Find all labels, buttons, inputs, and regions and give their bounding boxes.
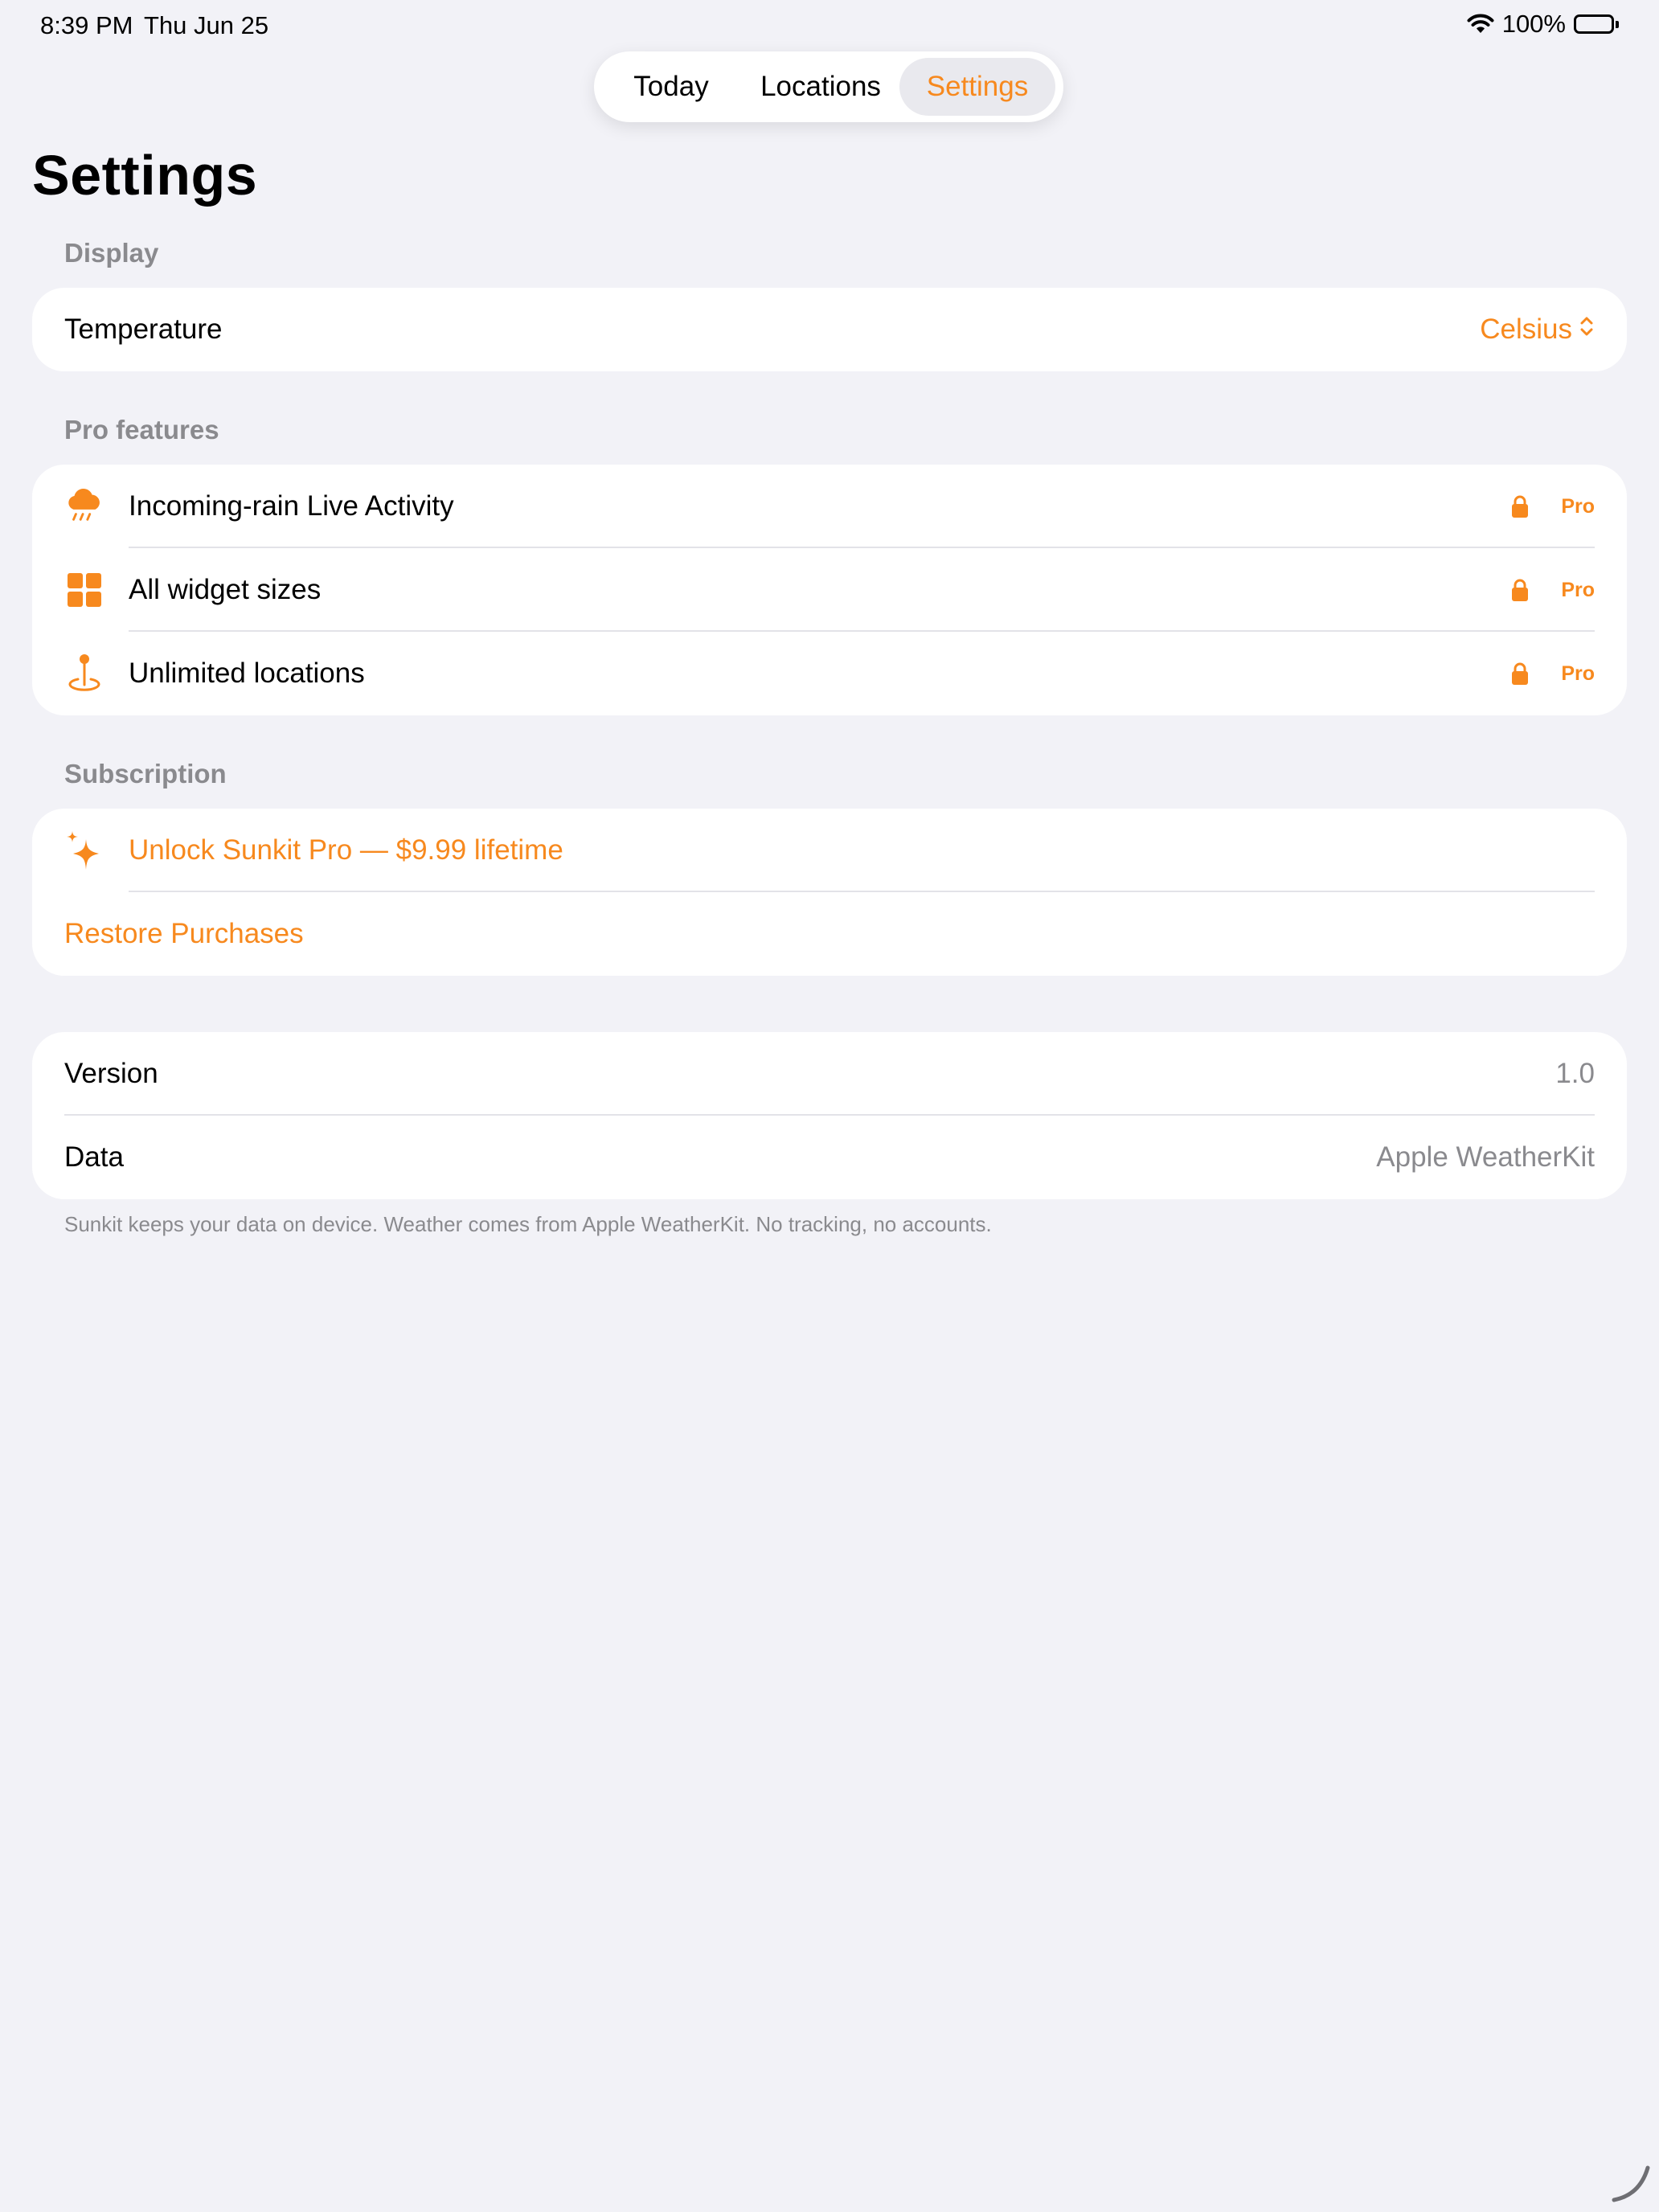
resize-handle-icon[interactable] bbox=[1611, 2163, 1651, 2207]
section-header-display: Display bbox=[64, 238, 159, 268]
version-row: Version 1.0 bbox=[32, 1032, 1627, 1116]
status-indicators: 100% bbox=[1467, 10, 1619, 39]
temperature-label: Temperature bbox=[64, 313, 223, 345]
restore-purchases-button[interactable]: Restore Purchases bbox=[32, 892, 1627, 976]
section-header-pro-features: Pro features bbox=[64, 415, 219, 444]
data-label: Data bbox=[64, 1141, 124, 1173]
wifi-icon bbox=[1467, 14, 1494, 35]
display-card: Temperature Celsius bbox=[32, 288, 1627, 371]
pro-feature-row-unlimited-locations[interactable]: Unlimited locations Pro bbox=[32, 632, 1627, 715]
version-value: 1.0 bbox=[1555, 1058, 1595, 1089]
pro-features-card: Incoming-rain Live Activity Pro All widg… bbox=[32, 465, 1627, 715]
pro-badge: Pro bbox=[1561, 494, 1595, 518]
unlock-pro-label: Unlock Sunkit Pro — $9.99 lifetime bbox=[129, 834, 563, 866]
battery-icon bbox=[1574, 14, 1619, 34]
lock-icon bbox=[1511, 494, 1529, 518]
pro-feature-row-widget-sizes[interactable]: All widget sizes Pro bbox=[32, 548, 1627, 632]
battery-percentage: 100% bbox=[1501, 10, 1566, 38]
cloud-rain-icon bbox=[64, 486, 104, 526]
pro-feature-row-live-activity[interactable]: Incoming-rain Live Activity Pro bbox=[32, 465, 1627, 548]
pro-feature-label: Unlimited locations bbox=[129, 657, 365, 689]
chevron-up-down-icon bbox=[1579, 313, 1595, 346]
temperature-row[interactable]: Temperature Celsius bbox=[32, 288, 1627, 371]
restore-purchases-label: Restore Purchases bbox=[64, 918, 304, 949]
about-card: Version 1.0 Data Apple WeatherKit bbox=[32, 1032, 1627, 1199]
status-bar: 8:39 PM Thu Jun 25 100% bbox=[0, 0, 1659, 51]
widget-grid-icon bbox=[64, 570, 104, 610]
privacy-footnote: Sunkit keeps your data on device. Weathe… bbox=[64, 1212, 992, 1236]
pro-badge: Pro bbox=[1561, 578, 1595, 601]
lock-icon bbox=[1511, 578, 1529, 602]
tab-bar: Today Locations Settings bbox=[594, 51, 1063, 122]
subscription-card: Unlock Sunkit Pro — $9.99 lifetime Resto… bbox=[32, 809, 1627, 976]
pro-badge: Pro bbox=[1561, 662, 1595, 685]
sparkles-icon bbox=[64, 830, 104, 870]
unlock-pro-button[interactable]: Unlock Sunkit Pro — $9.99 lifetime bbox=[32, 809, 1627, 892]
pro-feature-label: Incoming-rain Live Activity bbox=[129, 490, 454, 522]
tab-today[interactable]: Today bbox=[600, 58, 742, 116]
status-time: 8:39 PM bbox=[40, 11, 133, 39]
page-title: Settings bbox=[32, 144, 258, 207]
temperature-picker[interactable]: Celsius bbox=[1480, 313, 1595, 346]
data-value: Apple WeatherKit bbox=[1376, 1141, 1595, 1173]
lock-icon bbox=[1511, 662, 1529, 686]
pro-feature-label: All widget sizes bbox=[129, 574, 322, 605]
tab-locations[interactable]: Locations bbox=[742, 58, 899, 116]
temperature-value: Celsius bbox=[1480, 313, 1572, 345]
tab-settings[interactable]: Settings bbox=[899, 58, 1055, 116]
version-label: Version bbox=[64, 1058, 158, 1089]
data-row: Data Apple WeatherKit bbox=[32, 1116, 1627, 1199]
status-date: Thu Jun 25 bbox=[144, 11, 269, 39]
map-pin-icon bbox=[64, 653, 104, 694]
section-header-subscription: Subscription bbox=[64, 759, 227, 789]
